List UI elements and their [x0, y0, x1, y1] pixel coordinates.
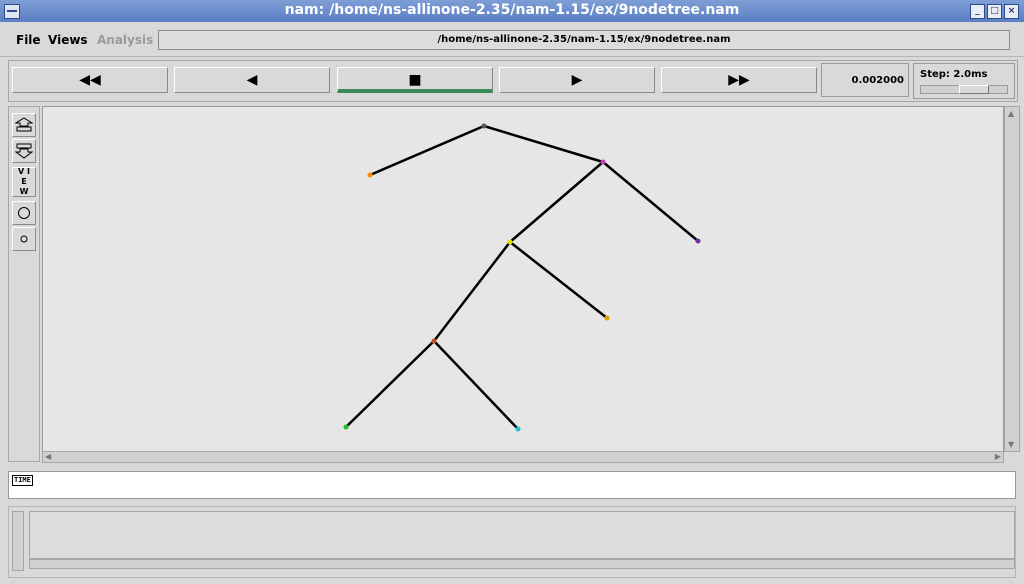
node-n6[interactable]: [431, 338, 437, 344]
link-n6-n7[interactable]: [345, 340, 435, 428]
node-n3[interactable]: [507, 239, 513, 245]
horizontal-scrollbar[interactable]: ◀ ▶: [42, 451, 1004, 463]
link-n6-n8[interactable]: [433, 340, 519, 430]
rewind-icon: ◀◀: [79, 72, 101, 88]
zoom-out-button[interactable]: [12, 139, 36, 163]
node-n1[interactable]: [367, 172, 373, 178]
rewind-button[interactable]: ◀◀: [12, 67, 168, 93]
circle-small-icon: [20, 235, 28, 243]
node-n5[interactable]: [604, 315, 610, 321]
network-canvas[interactable]: [42, 106, 1004, 452]
maximize-icon[interactable]: □: [987, 4, 1002, 19]
node-n7[interactable]: [343, 424, 349, 430]
playback-controls: ◀◀ ◀ ■ ▶ ▶▶ 0.002000 Step: 2.0ms: [8, 60, 1018, 102]
close-icon[interactable]: ×: [1004, 4, 1019, 19]
fast-forward-icon: ▶▶: [728, 72, 750, 88]
scroll-left-icon[interactable]: ◀: [45, 452, 51, 461]
play-button[interactable]: ▶: [499, 67, 655, 93]
window-title: nam: /home/ns-allinone-2.35/nam-1.15/ex/…: [284, 2, 740, 18]
link-n0-n1[interactable]: [369, 124, 485, 177]
link-n2-n4[interactable]: [602, 161, 699, 242]
small-node-button[interactable]: [12, 227, 36, 251]
stop-icon: ■: [408, 72, 422, 88]
link-n0-n2[interactable]: [483, 124, 604, 164]
annotation-side-scrollbar[interactable]: [12, 511, 24, 571]
view-button[interactable]: V I E W: [12, 167, 36, 197]
node-n4[interactable]: [695, 238, 701, 244]
tool-panel: V I E W: [8, 106, 40, 462]
zoom-in-button[interactable]: [12, 113, 36, 137]
large-node-button[interactable]: [12, 201, 36, 225]
fast-forward-button[interactable]: ▶▶: [661, 67, 817, 93]
annotation-list[interactable]: [29, 511, 1015, 559]
scroll-up-icon[interactable]: ▲: [1008, 109, 1014, 118]
step-label: Step: 2.0ms: [920, 69, 988, 80]
network-topology: [343, 123, 701, 432]
back-icon: ◀: [246, 72, 258, 88]
circle-large-icon: [18, 207, 30, 219]
link-n3-n5[interactable]: [509, 241, 608, 319]
annotation-panel: [8, 506, 1016, 578]
scroll-down-icon[interactable]: ▼: [1008, 440, 1014, 449]
step-control: Step: 2.0ms: [913, 63, 1015, 99]
stop-button[interactable]: ■: [337, 67, 493, 93]
menu-file[interactable]: File: [16, 33, 41, 47]
play-icon: ▶: [571, 72, 583, 88]
minimize-icon[interactable]: _: [970, 4, 985, 19]
menu-bar: File Views Analysis /home/ns-allinone-2.…: [0, 22, 1024, 57]
timeline-label: TIME: [12, 475, 33, 486]
annotation-hscrollbar[interactable]: [29, 559, 1015, 569]
vertical-scrollbar[interactable]: ▲ ▼: [1004, 106, 1020, 452]
link-n3-n6[interactable]: [433, 241, 511, 342]
node-n8[interactable]: [515, 426, 521, 432]
link-n2-n3[interactable]: [509, 161, 604, 243]
title-bar: nam: /home/ns-allinone-2.35/nam-1.15/ex/…: [0, 0, 1024, 22]
node-n0[interactable]: [481, 123, 487, 129]
timeline-panel[interactable]: TIME: [8, 471, 1016, 499]
zoom-out-icon: [15, 143, 33, 159]
menu-views[interactable]: Views: [48, 33, 88, 47]
step-back-button[interactable]: ◀: [174, 67, 330, 93]
step-slider[interactable]: [920, 85, 1008, 94]
zoom-in-icon: [15, 117, 33, 132]
view-label: V I E W: [18, 167, 30, 196]
node-n2[interactable]: [600, 159, 606, 165]
menu-analysis: Analysis: [97, 33, 154, 47]
time-display: 0.002000: [821, 63, 909, 97]
file-path-display: /home/ns-allinone-2.35/nam-1.15/ex/9node…: [158, 30, 1010, 50]
step-slider-thumb[interactable]: [959, 85, 989, 94]
scroll-right-icon[interactable]: ▶: [995, 452, 1001, 461]
